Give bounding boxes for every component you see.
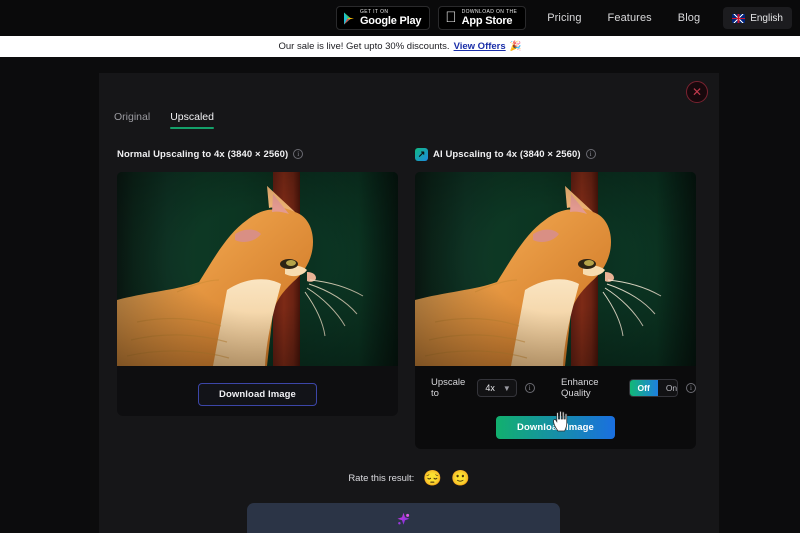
google-play-icon [343, 12, 354, 24]
nav-link-pricing[interactable]: Pricing [534, 12, 594, 24]
app-store-title: App Store [461, 14, 513, 27]
sparkle-icon [397, 512, 410, 525]
ai-panel-body: Upscale to 4x ▼ i Enhance Quality Off On… [415, 172, 697, 449]
party-popper-icon: 🎉 [509, 41, 522, 52]
nav-link-features[interactable]: Features [595, 12, 665, 24]
google-play-subtitle: GET IT ON [359, 8, 389, 15]
rate-result-row: Rate this result: 😔 🙂 [99, 471, 719, 486]
close-icon[interactable]: ✕ [686, 81, 708, 103]
upscale-factor-value: 4x [485, 383, 495, 393]
rate-positive-emoji[interactable]: 🙂 [451, 471, 470, 486]
normal-panel-header: Normal Upscaling to 4x (3840 × 2560) i [117, 145, 398, 163]
rate-this-result-label: Rate this result: [348, 473, 415, 484]
view-offers-link[interactable]: View Offers [454, 41, 506, 52]
app-root: GET IT ON Google Play  Download on the … [0, 0, 800, 533]
enhance-toggle-on[interactable]: On [658, 380, 677, 396]
app-store-badge[interactable]:  Download on the App Store [438, 6, 527, 30]
language-selector[interactable]: English [723, 7, 792, 29]
apple-icon:  [445, 10, 456, 25]
nav-link-blog[interactable]: Blog [665, 12, 713, 24]
image-vignette [117, 172, 398, 366]
ai-upscaled-image [415, 172, 696, 366]
upscale-modal: ✕ Original Upscaled Normal Upscaling to … [99, 73, 719, 533]
normal-upscaling-panel: Normal Upscaling to 4x (3840 × 2560) i D… [117, 145, 398, 449]
normal-panel-title: Normal Upscaling to 4x (3840 × 2560) [117, 148, 289, 160]
enhance-quality-label: Enhance Quality [561, 377, 599, 399]
ai-upscale-icon [415, 147, 428, 161]
promo-panel [247, 503, 560, 533]
info-icon[interactable]: i [585, 149, 596, 159]
google-play-title: Google Play [359, 14, 422, 27]
site-header: GET IT ON Google Play  Download on the … [0, 0, 800, 36]
info-icon[interactable]: i [524, 383, 535, 393]
image-vignette [415, 172, 696, 366]
ai-panel-title: AI Upscaling to 4x (3840 × 2560) [433, 148, 581, 160]
language-label: English [750, 12, 783, 24]
chevron-down-icon: ▼ [502, 383, 511, 393]
google-play-badge[interactable]: GET IT ON Google Play [335, 6, 431, 30]
normal-panel-body: Download Image [117, 172, 398, 416]
tab-bar: Original Upscaled [114, 111, 214, 129]
info-icon[interactable]: i [293, 149, 304, 159]
download-image-button-ai[interactable]: Download Image [496, 416, 615, 439]
tab-upscaled[interactable]: Upscaled [170, 111, 214, 129]
ai-button-row: Download Image [415, 399, 696, 439]
enhance-toggle-off[interactable]: Off [629, 380, 658, 396]
announcement-text: Our sale is live! Get upto 30% discounts… [278, 41, 450, 52]
announcement-bar: Our sale is live! Get upto 30% discounts… [0, 36, 800, 57]
info-icon[interactable]: i [686, 383, 697, 393]
upscale-to-label: Upscale to [431, 377, 466, 399]
app-store-subtitle: Download on the [461, 8, 518, 15]
upscale-factor-select[interactable]: 4x ▼ [477, 379, 517, 397]
ai-panel-header: AI Upscaling to 4x (3840 × 2560) i [415, 145, 696, 163]
tab-original[interactable]: Original [114, 111, 150, 129]
comparison-panels: Normal Upscaling to 4x (3840 × 2560) i D… [117, 145, 697, 449]
ai-controls-row: Upscale to 4x ▼ i Enhance Quality Off On… [415, 366, 697, 399]
uk-flag-icon [732, 13, 746, 23]
normal-upscaled-image [117, 172, 398, 366]
normal-button-row: Download Image [117, 366, 398, 406]
ai-upscaling-panel: AI Upscaling to 4x (3840 × 2560) i [415, 145, 697, 449]
enhance-quality-toggle[interactable]: Off On [628, 379, 679, 397]
rate-negative-emoji[interactable]: 😔 [423, 471, 442, 486]
download-image-button-normal[interactable]: Download Image [198, 383, 317, 406]
